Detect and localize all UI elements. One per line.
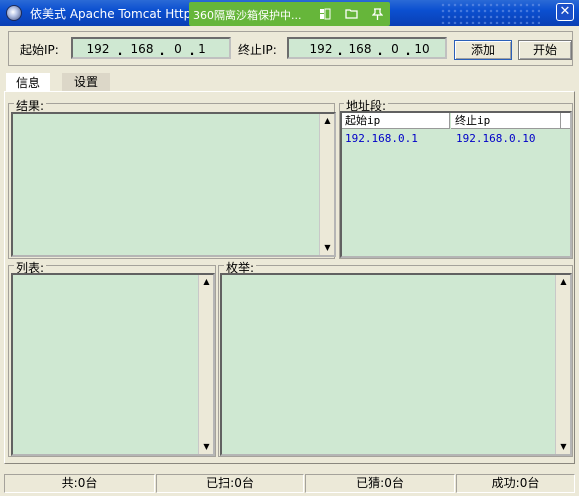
scroll-up-icon[interactable]: ▲ bbox=[556, 275, 571, 289]
scroll-down-icon[interactable]: ▼ bbox=[320, 241, 335, 255]
range-header-end[interactable]: 终止ip bbox=[451, 113, 561, 129]
start-ip-octet-2[interactable]: 168 bbox=[127, 42, 157, 56]
range-row-start[interactable]: 192.168.0.1 bbox=[345, 132, 418, 145]
enum-scrollbar[interactable]: ▲ ▼ bbox=[555, 275, 570, 454]
end-ip-octet-4[interactable]: 10 bbox=[407, 42, 437, 56]
folder-icon[interactable] bbox=[339, 4, 363, 24]
sandbox-status-text: 360隔离沙箱保护中... bbox=[193, 9, 302, 22]
end-ip-octet-1[interactable]: 192 bbox=[306, 42, 336, 56]
list-area[interactable]: ▲ ▼ bbox=[11, 273, 215, 456]
title-pattern bbox=[440, 2, 540, 24]
close-button[interactable]: ✕ bbox=[556, 3, 574, 21]
start-button[interactable]: 开始 bbox=[518, 40, 572, 60]
results-area[interactable]: ▲ ▼ bbox=[11, 112, 336, 257]
end-ip-field[interactable]: 192 . 168 . 0 . 10 bbox=[287, 37, 447, 59]
status-scanned: 已扫:0台 bbox=[156, 474, 304, 493]
list-scrollbar[interactable]: ▲ ▼ bbox=[198, 275, 213, 454]
start-ip-octet-4[interactable]: 1 bbox=[187, 42, 217, 56]
ip-dot: . bbox=[337, 44, 343, 58]
scroll-down-icon[interactable]: ▼ bbox=[199, 440, 214, 454]
range-header-start[interactable]: 起始ip bbox=[342, 113, 450, 129]
scroll-up-icon[interactable]: ▲ bbox=[320, 114, 335, 128]
end-ip-octet-2[interactable]: 168 bbox=[345, 42, 375, 56]
scroll-down-icon[interactable]: ▼ bbox=[556, 440, 571, 454]
pin-icon[interactable] bbox=[365, 4, 389, 24]
sandbox-bar: 360隔离沙箱保护中... bbox=[189, 2, 390, 26]
scroll-up-icon[interactable]: ▲ bbox=[199, 275, 214, 289]
start-ip-octet-1[interactable]: 192 bbox=[83, 42, 113, 56]
add-button[interactable]: 添加 bbox=[454, 40, 512, 60]
enum-area[interactable]: ▲ ▼ bbox=[220, 273, 572, 456]
start-ip-label: 起始IP: bbox=[20, 43, 59, 57]
status-guessed: 已猜:0台 bbox=[305, 474, 455, 493]
status-total: 共:0台 bbox=[4, 474, 155, 493]
start-ip-field[interactable]: 192 . 168 . 0 . 1 bbox=[71, 37, 231, 59]
title-bar[interactable]: 依美式 Apache Tomcat Http 360隔离沙箱保护中... ✕ bbox=[0, 0, 579, 26]
range-list[interactable]: 起始ip 终止ip 192.168.0.1 192.168.0.10 bbox=[340, 111, 572, 258]
app-icon bbox=[6, 5, 22, 21]
range-header-filler bbox=[561, 113, 570, 129]
tab-info[interactable]: 信息 bbox=[6, 73, 50, 91]
ip-dot: . bbox=[117, 44, 123, 58]
window-icon[interactable] bbox=[313, 4, 337, 24]
results-scrollbar[interactable]: ▲ ▼ bbox=[319, 114, 334, 255]
range-row-end[interactable]: 192.168.0.10 bbox=[456, 132, 535, 145]
status-success: 成功:0台 bbox=[456, 474, 575, 493]
end-ip-label: 终止IP: bbox=[238, 43, 277, 57]
tab-settings[interactable]: 设置 bbox=[62, 73, 110, 91]
window-title: 依美式 Apache Tomcat Http bbox=[30, 7, 192, 21]
